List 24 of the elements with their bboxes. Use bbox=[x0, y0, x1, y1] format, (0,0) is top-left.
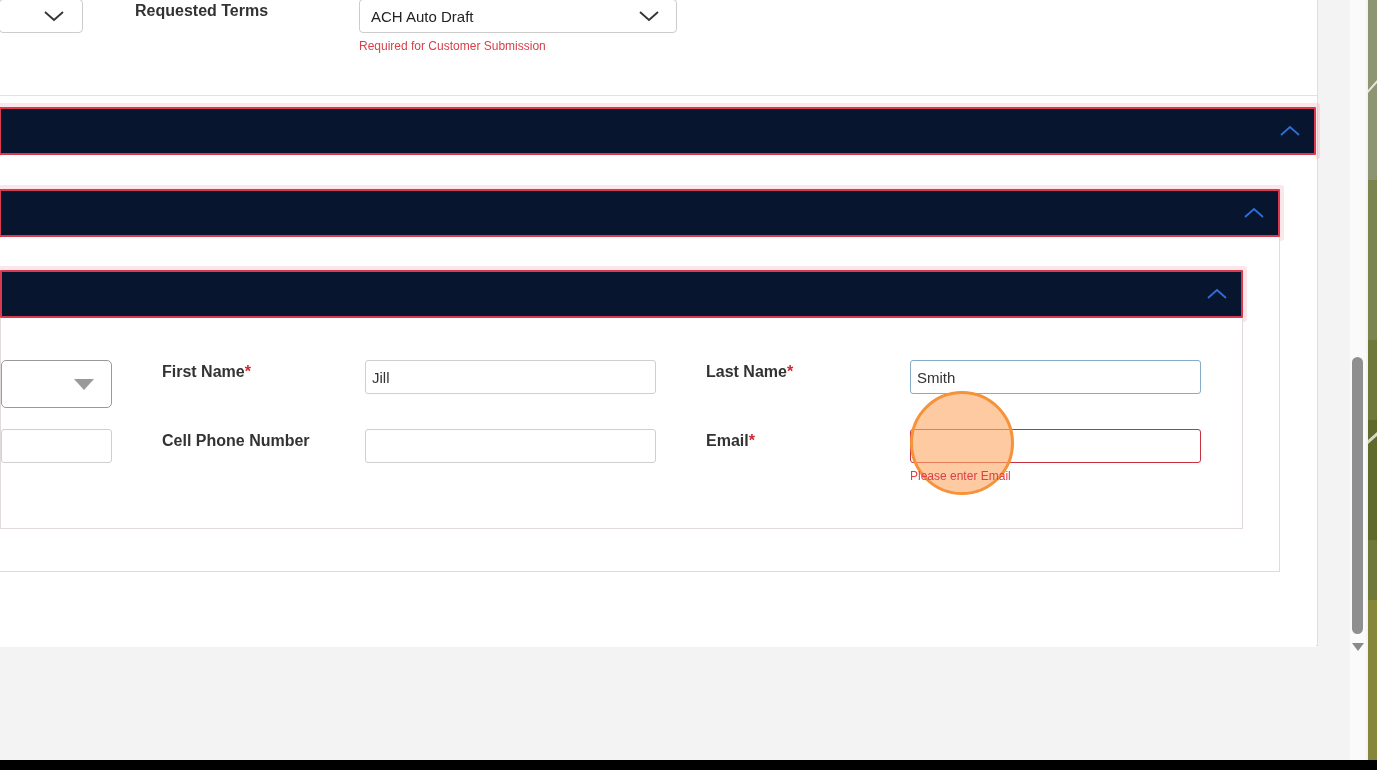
error-message: Required for Customer Submission bbox=[359, 39, 547, 53]
chevron-icon bbox=[638, 10, 660, 22]
chevron-icon bbox=[1279, 125, 1301, 137]
section-header[interactable] bbox=[0, 189, 1280, 237]
input-field[interactable] bbox=[910, 429, 1201, 463]
section-header[interactable] bbox=[0, 270, 1243, 318]
terms-dropdown[interactable]: ACH Auto Draft bbox=[359, 0, 677, 33]
dropdown[interactable] bbox=[1, 360, 112, 408]
chevron-icon bbox=[1206, 288, 1228, 300]
scrollbar[interactable] bbox=[1350, 0, 1366, 760]
field-label: Last Name* bbox=[706, 363, 794, 380]
scroll-down-icon bbox=[1351, 642, 1365, 652]
dropdown-arrow-icon bbox=[74, 378, 94, 390]
field-label: Email* bbox=[706, 432, 755, 449]
chevron-icon bbox=[1243, 207, 1265, 219]
chevron-icon bbox=[43, 10, 65, 22]
input-field[interactable]: Jill bbox=[365, 360, 656, 394]
field-label: Cell Phone Number bbox=[162, 432, 310, 449]
field-label: Requested Terms bbox=[135, 2, 270, 20]
input-field[interactable]: Smith bbox=[910, 360, 1201, 394]
field-label: First Name* bbox=[162, 363, 251, 380]
section-header[interactable] bbox=[0, 107, 1316, 155]
dropdown[interactable] bbox=[0, 0, 83, 33]
scrollbar-thumb[interactable] bbox=[1352, 357, 1363, 634]
